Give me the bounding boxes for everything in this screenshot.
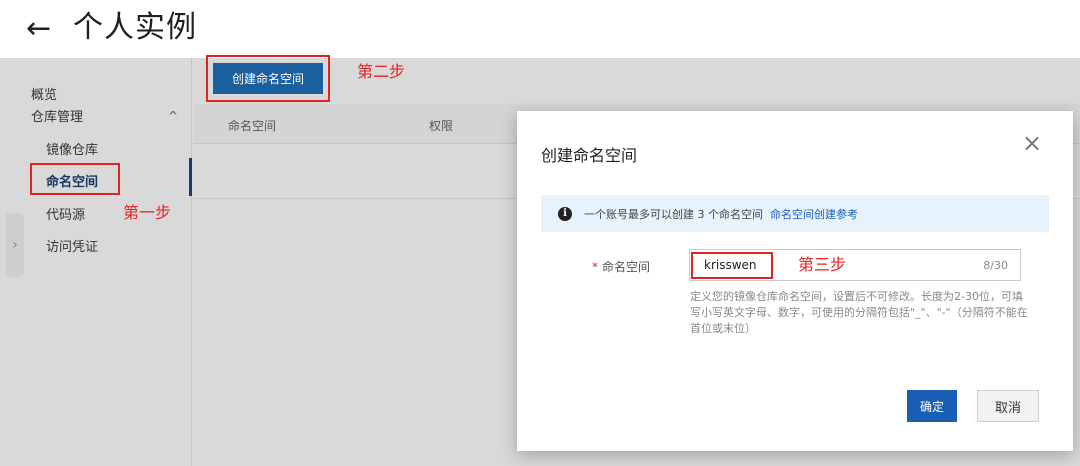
chevron-up-icon[interactable]: ^: [168, 109, 178, 123]
namespace-field-label: * 命名空间: [592, 258, 650, 275]
step1-highlight: [30, 163, 120, 195]
step2-label: 第二步: [357, 62, 406, 81]
sidebar: 概览 仓库管理 ^ 镜像仓库 命名空间 代码源 访问凭证: [0, 58, 192, 466]
confirm-button[interactable]: 确定: [907, 390, 957, 422]
cancel-button[interactable]: 取消: [977, 390, 1039, 422]
column-header-permission: 权限: [429, 119, 454, 133]
arrow-left-icon[interactable]: ←: [26, 10, 51, 48]
dialog-title: 创建命名空间: [541, 146, 638, 165]
info-icon: i: [558, 206, 572, 221]
page-title: 个人实例: [73, 10, 197, 45]
step3-label: 第三步: [798, 255, 847, 274]
namespace-label-text: 命名空间: [602, 260, 651, 274]
close-icon[interactable]: ×: [1022, 129, 1042, 157]
notice-text: 一个账号最多可以创建 3 个命名空间: [584, 207, 763, 221]
step1-label: 第一步: [123, 203, 172, 222]
title-bar: ← 个人实例: [0, 0, 1080, 58]
sidebar-group-repo-management[interactable]: 仓库管理: [31, 109, 83, 127]
chevron-right-icon[interactable]: ›: [6, 213, 24, 277]
sidebar-item-access-credential[interactable]: 访问凭证: [46, 239, 98, 257]
sidebar-item-code-source[interactable]: 代码源: [46, 207, 85, 225]
sidebar-item-image-repo[interactable]: 镜像仓库: [46, 142, 98, 160]
info-notice: i 一个账号最多可以创建 3 个命名空间 命名空间创建参考: [541, 195, 1049, 232]
active-indicator: [189, 158, 192, 196]
namespace-guide-link[interactable]: 命名空间创建参考: [770, 206, 858, 222]
column-header-namespace: 命名空间: [228, 119, 277, 133]
sidebar-item-overview[interactable]: 概览: [31, 87, 57, 105]
create-namespace-dialog: 创建命名空间 × i 一个账号最多可以创建 3 个命名空间 命名空间创建参考 *…: [517, 111, 1073, 451]
required-mark: *: [592, 260, 598, 274]
character-counter: 8/30: [983, 259, 1008, 272]
step3-highlight: [691, 252, 773, 279]
step2-highlight: [206, 55, 330, 102]
namespace-help-text: 定义您的镜像仓库命名空间，设置后不可修改。长度为2-30位，可填写小写英文字母、…: [690, 290, 1028, 335]
